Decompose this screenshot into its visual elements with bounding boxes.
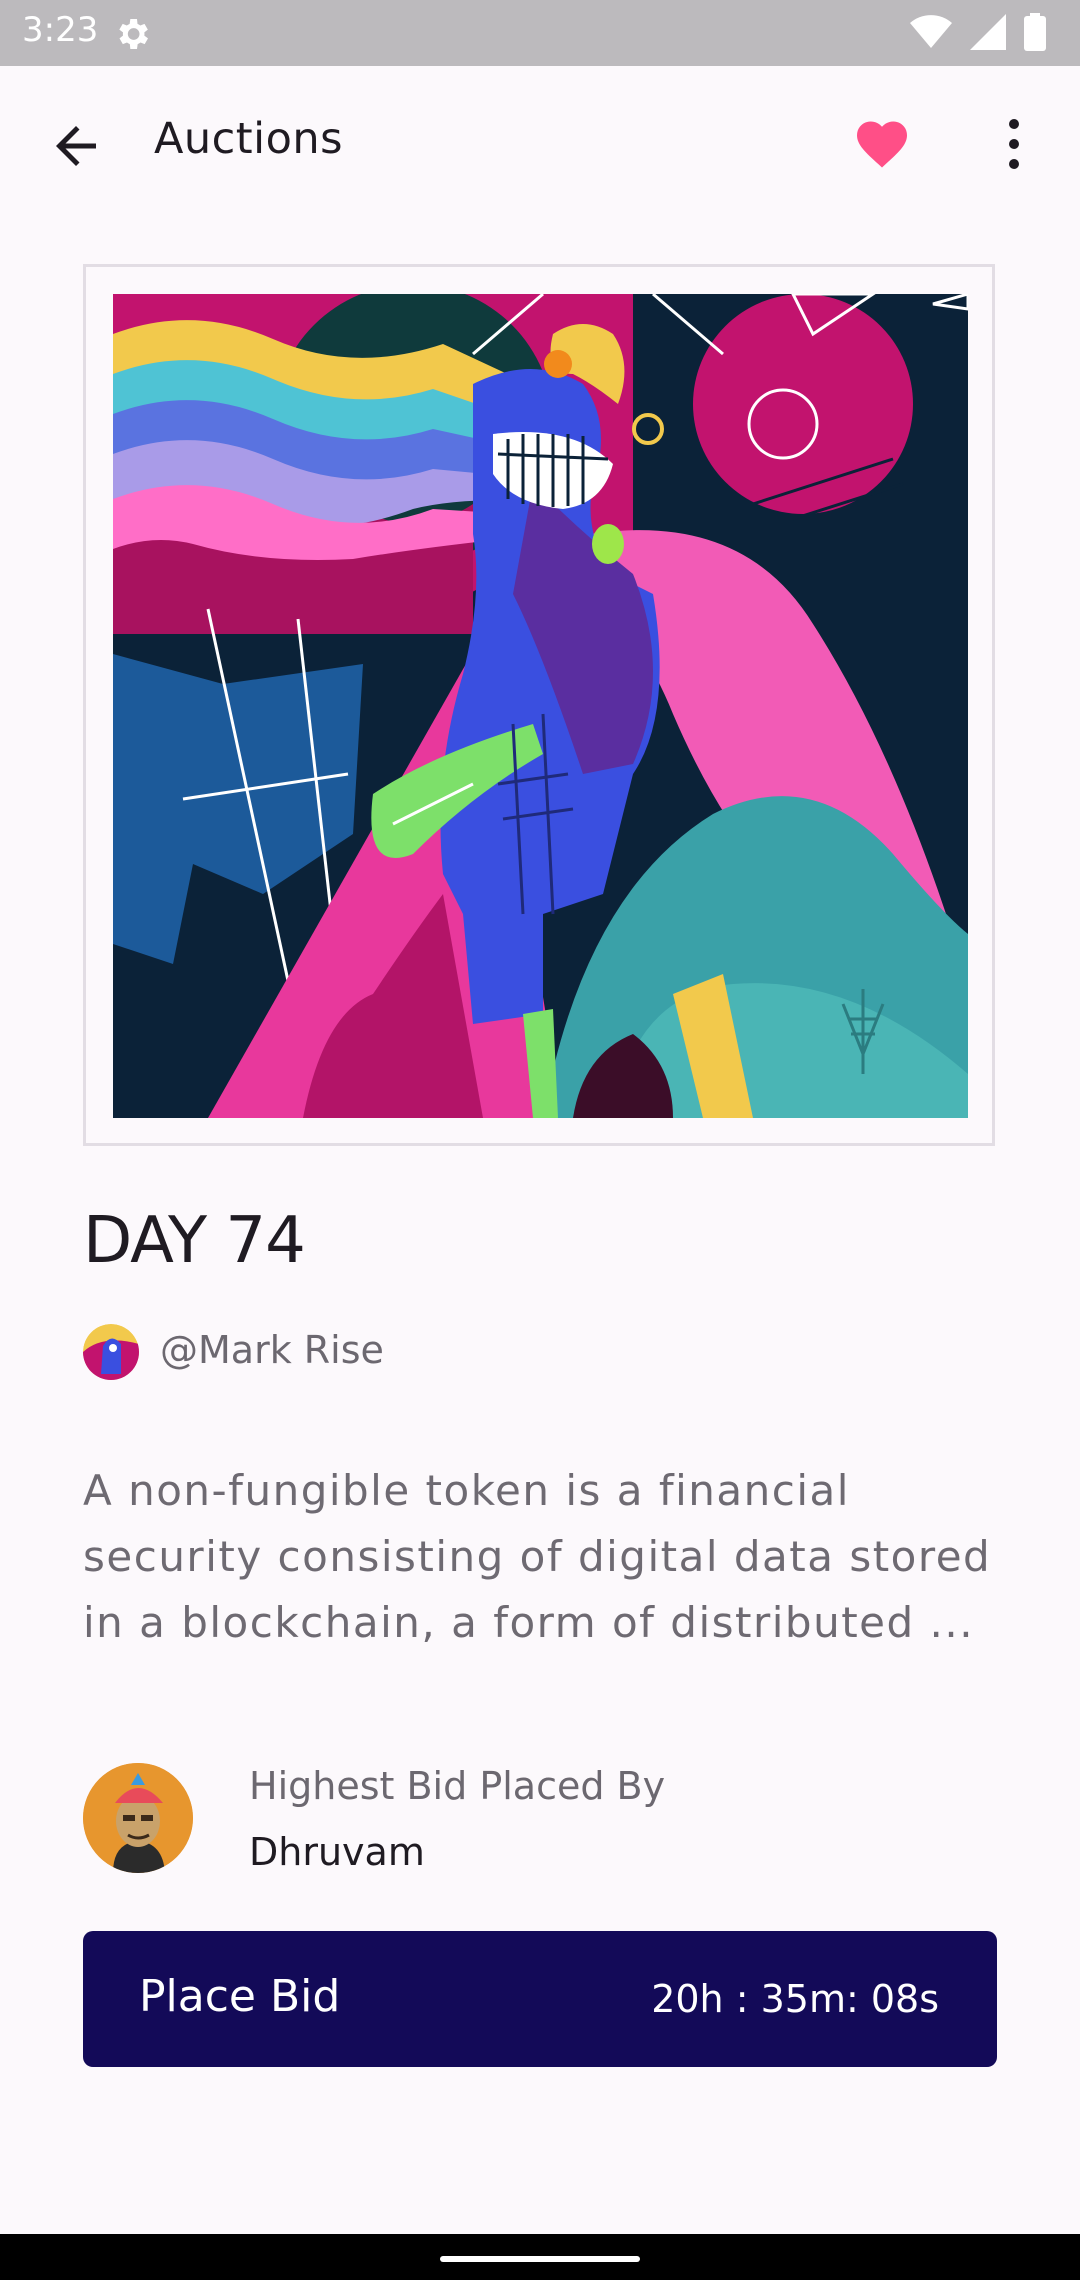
nft-artwork-image[interactable] [113, 294, 968, 1118]
highest-bid-caption: Highest Bid Placed By [249, 1764, 666, 1808]
author-name[interactable]: @Mark Rise [160, 1328, 384, 1372]
page-title: Auctions [154, 114, 344, 164]
nft-title: DAY 74 [83, 1204, 306, 1278]
status-icons [910, 13, 1046, 55]
nft-description: A non-fungible token is a financial secu… [83, 1466, 992, 1647]
settings-gear-icon [112, 14, 152, 54]
cell-signal-icon [970, 14, 1006, 54]
battery-icon [1024, 13, 1046, 55]
status-bar: 3:23 [0, 0, 1080, 66]
author-avatar[interactable] [83, 1324, 139, 1380]
auction-countdown: 20h : 35m: 08s [651, 1977, 939, 2021]
more-vert-icon[interactable] [990, 112, 1030, 176]
arrow-back-icon[interactable] [46, 116, 106, 176]
system-nav-bar [0, 2234, 1080, 2280]
status-time: 3:23 [22, 10, 99, 50]
wifi-icon [910, 15, 952, 53]
place-bid-label: Place Bid [139, 1971, 341, 2022]
place-bid-button[interactable]: Place Bid 20h : 35m: 08s [83, 1931, 997, 2067]
bidder-name[interactable]: Dhruvam [249, 1830, 425, 1874]
home-gesture-handle[interactable] [440, 2256, 640, 2262]
heart-icon[interactable] [852, 114, 912, 174]
app-bar: Auctions [0, 66, 1080, 216]
bidder-avatar[interactable] [83, 1763, 193, 1873]
